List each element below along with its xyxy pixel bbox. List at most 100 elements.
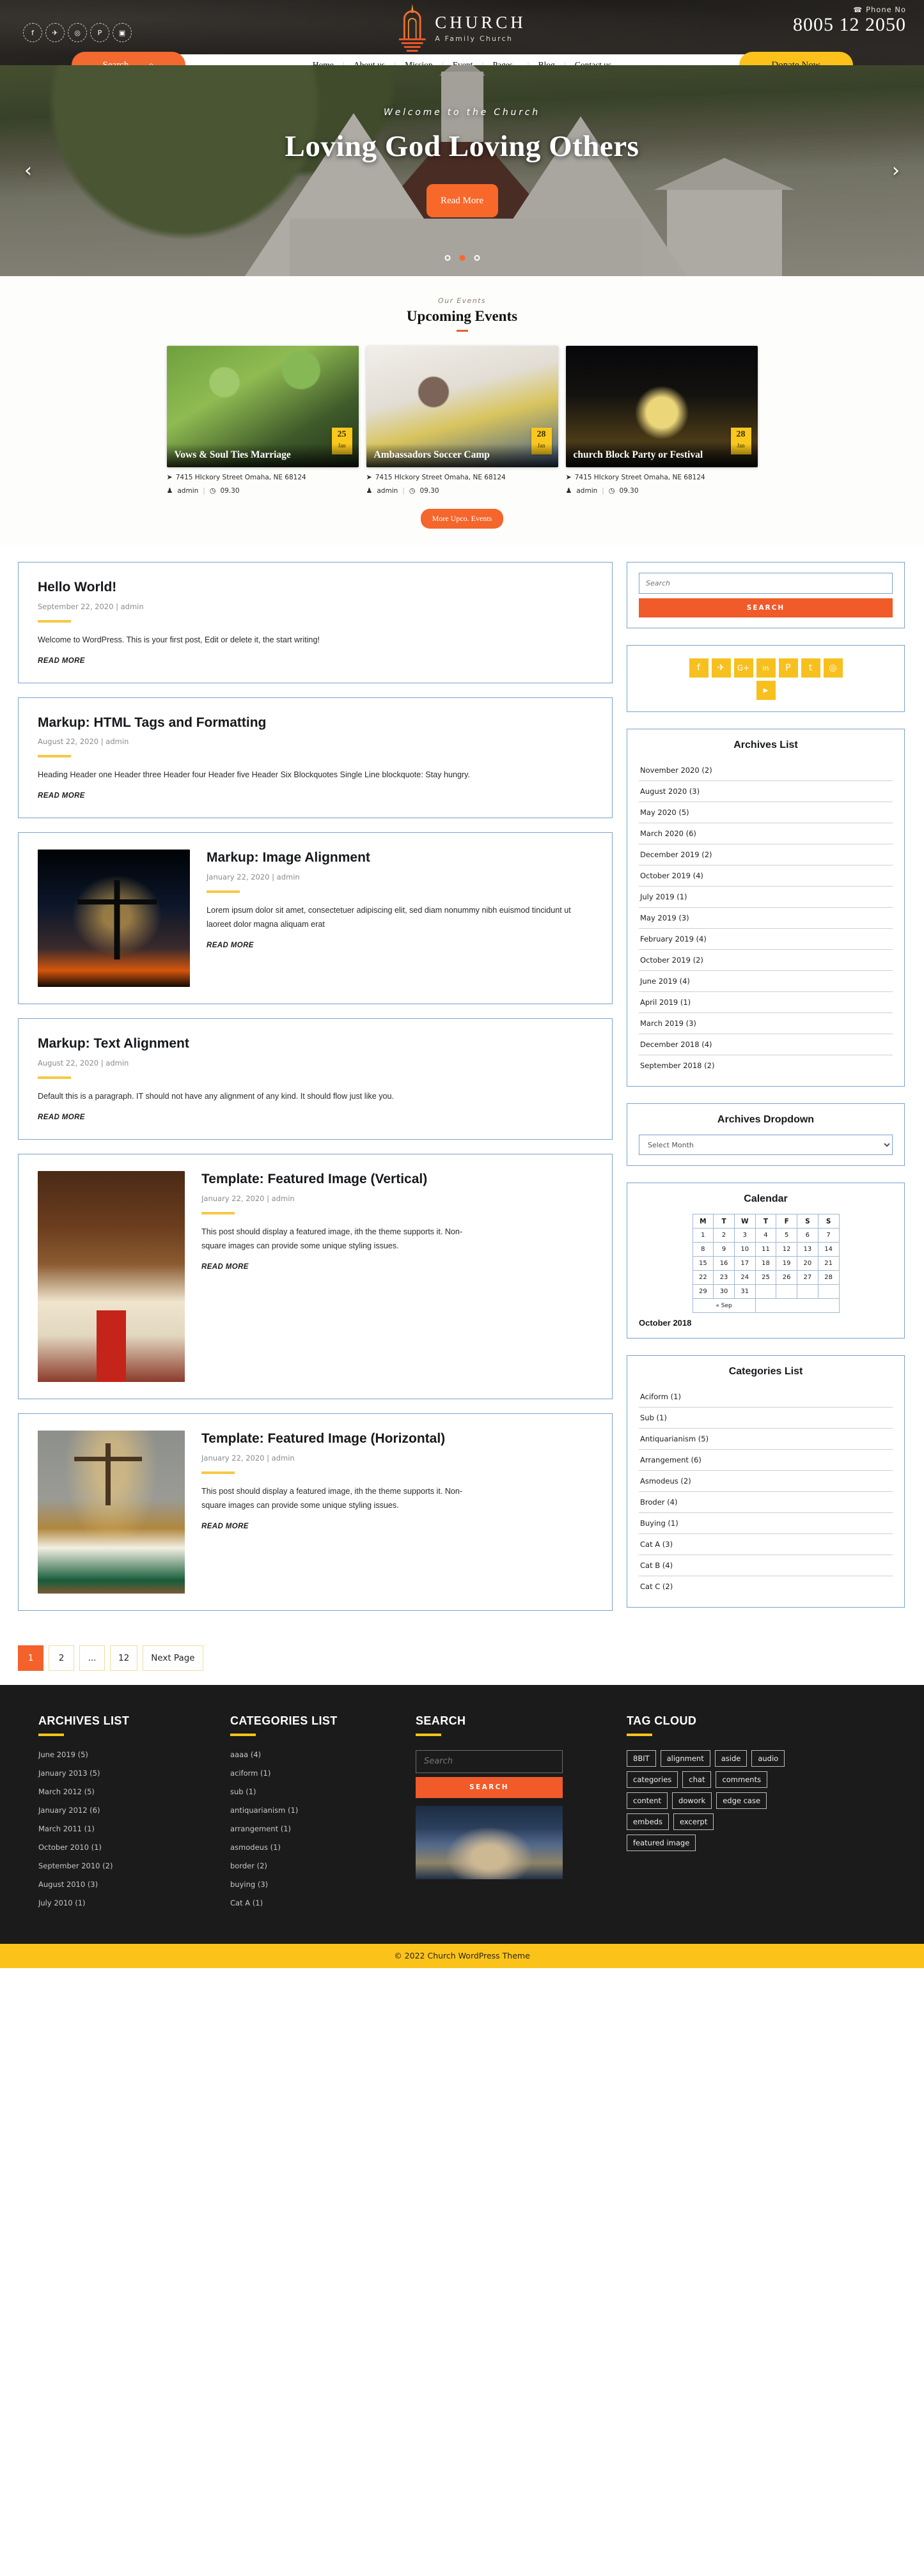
youtube-icon[interactable]: ▣ [113,23,132,42]
event-card[interactable]: 28 Jan Ambassadors Soccer Camp ➤ 7415 HI… [366,346,558,495]
footer-category-item[interactable]: antiquarianism (1) [230,1806,416,1815]
calendar-day[interactable]: 24 [733,1270,756,1285]
archive-item[interactable]: May 2019 (3) [639,908,893,929]
tag-item[interactable]: aside [714,1750,748,1767]
footer-category-item[interactable]: border (2) [230,1861,416,1870]
footer-archive-item[interactable]: March 2012 (5) [38,1787,230,1796]
brand[interactable]: CHURCH A Family Church [398,4,526,52]
hero-dot-3[interactable] [474,255,480,261]
footer-category-item[interactable]: buying (3) [230,1880,416,1889]
footer-category-item[interactable]: aaaa (4) [230,1750,416,1759]
archive-item[interactable]: May 2020 (5) [639,802,893,823]
calendar-day[interactable]: 7 [817,1228,840,1243]
calendar-day[interactable]: 2 [713,1228,735,1243]
calendar-day[interactable]: 16 [713,1256,735,1271]
calendar-prev-month[interactable]: « Sep [692,1298,756,1313]
footer-category-item[interactable]: arrangement (1) [230,1824,416,1833]
calendar-day[interactable]: 27 [797,1270,818,1285]
calendar-day[interactable]: 23 [713,1270,735,1285]
tag-item[interactable]: featured image [627,1834,696,1851]
post-item[interactable]: Markup: Image Alignment January 22, 2020… [18,832,613,1005]
calendar-day[interactable]: 22 [692,1270,714,1285]
pinterest-icon[interactable]: P [778,658,798,678]
hero-dot-1[interactable] [444,255,450,261]
calendar-day[interactable]: 9 [713,1242,735,1257]
footer-archive-item[interactable]: October 2010 (1) [38,1843,230,1852]
tag-item[interactable]: chat [682,1771,712,1788]
footer-category-item[interactable]: Cat A (1) [230,1898,416,1907]
next-page-button[interactable]: Next Page [143,1645,203,1671]
tag-item[interactable]: alignment [660,1750,710,1767]
calendar-day[interactable]: 17 [733,1256,756,1271]
read-more-link[interactable]: READ MORE [201,1263,249,1271]
category-item[interactable]: Broder (4) [639,1492,893,1513]
calendar-day[interactable]: 12 [776,1242,798,1257]
tag-item[interactable]: 8BIT [627,1750,656,1767]
archive-item[interactable]: August 2020 (3) [639,781,893,802]
category-item[interactable]: Buying (1) [639,1513,893,1534]
archive-item[interactable]: December 2019 (2) [639,844,893,865]
event-card[interactable]: 25 Jan Vows & Soul Ties Marriage ➤ 7415 … [166,346,359,495]
category-item[interactable]: Aciform (1) [639,1386,893,1408]
footer-archive-item[interactable]: January 2013 (5) [38,1769,230,1778]
archive-item[interactable]: September 2018 (2) [639,1055,893,1076]
category-item[interactable]: Cat C (2) [639,1576,893,1597]
post-item[interactable]: Template: Featured Image (Horizontal) Ja… [18,1413,613,1611]
tumblr-icon[interactable]: t [801,658,820,678]
page-button-1[interactable]: 1 [18,1645,43,1671]
archive-item[interactable]: July 2019 (1) [639,887,893,908]
category-item[interactable]: Arrangement (6) [639,1450,893,1471]
footer-archive-item[interactable]: June 2019 (5) [38,1750,230,1759]
page-button-12[interactable]: 12 [110,1645,138,1671]
archive-item[interactable]: November 2020 (2) [639,760,893,781]
archive-item[interactable]: December 2018 (4) [639,1034,893,1055]
footer-archive-item[interactable]: August 2010 (3) [38,1880,230,1889]
facebook-icon[interactable]: f [689,658,709,678]
calendar-day[interactable]: 15 [692,1256,714,1271]
more-upcoming-events-button[interactable]: More Upco. Events [420,509,504,529]
linkedin-icon[interactable]: in [756,658,776,678]
calendar-day[interactable]: 25 [755,1270,777,1285]
pinterest-icon[interactable]: P [90,23,109,42]
category-item[interactable]: Antiquarianism (5) [639,1429,893,1450]
phone-number[interactable]: 8005 12 2050 [793,15,906,35]
calendar-day[interactable]: 29 [692,1284,714,1299]
archives-dropdown-select[interactable]: Select Month [639,1135,893,1155]
footer-category-item[interactable]: asmodeus (1) [230,1843,416,1852]
category-item[interactable]: Sub (1) [639,1408,893,1429]
hero-read-more-button[interactable]: Read More [426,184,498,217]
read-more-link[interactable]: READ MORE [207,942,254,949]
footer-archive-item[interactable]: January 2012 (6) [38,1806,230,1815]
footer-search-input[interactable] [416,1750,563,1773]
page-button-2[interactable]: 2 [49,1645,74,1671]
category-item[interactable]: Cat A (3) [639,1534,893,1555]
footer-category-item[interactable]: aciform (1) [230,1769,416,1778]
calendar-day[interactable]: 20 [797,1256,818,1271]
footer-search-button[interactable]: SEARCH [416,1776,563,1798]
calendar-day[interactable]: 11 [755,1242,777,1257]
archive-item[interactable]: March 2020 (6) [639,823,893,844]
archive-item[interactable]: February 2019 (4) [639,929,893,950]
post-item[interactable]: Hello World! September 22, 2020 | admin … [18,562,613,683]
read-more-link[interactable]: READ MORE [38,792,85,800]
event-card[interactable]: 28 Jan church Block Party or Festival ➤ … [565,346,758,495]
tag-item[interactable]: comments [716,1771,768,1788]
read-more-link[interactable]: READ MORE [38,657,85,665]
calendar-day[interactable]: 6 [797,1228,818,1243]
archive-item[interactable]: October 2019 (4) [639,865,893,887]
tag-item[interactable]: dowork [672,1792,712,1809]
tag-item[interactable]: content [627,1792,668,1809]
search-input[interactable] [639,573,893,594]
category-item[interactable]: Cat B (4) [639,1555,893,1576]
calendar-day[interactable]: 8 [692,1242,714,1257]
archive-item[interactable]: October 2019 (2) [639,950,893,971]
footer-archive-item[interactable]: March 2011 (1) [38,1824,230,1833]
post-item[interactable]: Template: Featured Image (Vertical) Janu… [18,1153,613,1399]
read-more-link[interactable]: READ MORE [38,1113,85,1121]
twitter-icon[interactable]: ✈ [45,23,65,42]
footer-archive-item[interactable]: July 2010 (1) [38,1898,230,1907]
archive-item[interactable]: March 2019 (3) [639,1013,893,1034]
calendar-day[interactable]: 14 [817,1242,840,1257]
calendar-day[interactable]: 4 [755,1228,777,1243]
twitter-icon[interactable]: ✈ [711,658,731,678]
